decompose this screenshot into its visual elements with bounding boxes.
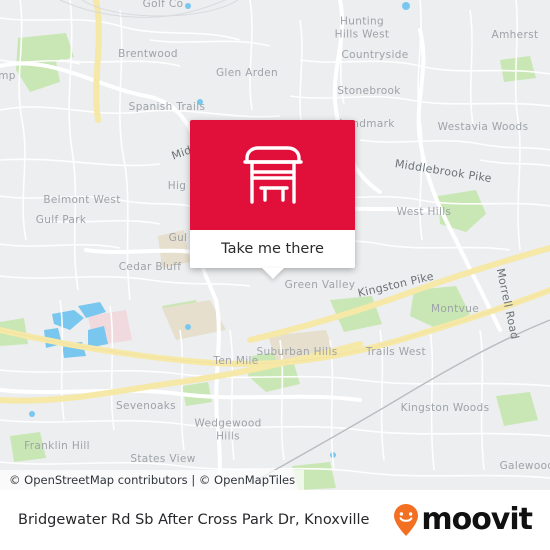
map-canvas[interactable]: Golf Co Hunting Hills West Brentwood Cou… — [0, 0, 550, 490]
popup-pointer — [261, 268, 284, 279]
moovit-logo[interactable]: moovit — [393, 502, 533, 537]
take-me-there-label: Take me there — [221, 241, 324, 257]
page-footer: Bridgewater Rd Sb After Cross Park Dr, K… — [0, 490, 550, 550]
moovit-wordmark: moovit — [421, 502, 533, 537]
attribution-text: © OpenStreetMap contributors | © OpenMap… — [9, 473, 296, 487]
station-popup-card[interactable]: Take me there — [190, 120, 355, 279]
moovit-station-map-page: Golf Co Hunting Hills West Brentwood Cou… — [0, 0, 550, 550]
take-me-there-button[interactable]: Take me there — [190, 230, 355, 268]
station-title: Bridgewater Rd Sb After Cross Park Dr, K… — [18, 512, 370, 528]
bus-shelter-icon — [242, 146, 303, 204]
moovit-pin-icon — [394, 504, 419, 536]
map-attribution[interactable]: © OpenStreetMap contributors | © OpenMap… — [0, 470, 305, 490]
popup-image-area — [190, 120, 355, 230]
